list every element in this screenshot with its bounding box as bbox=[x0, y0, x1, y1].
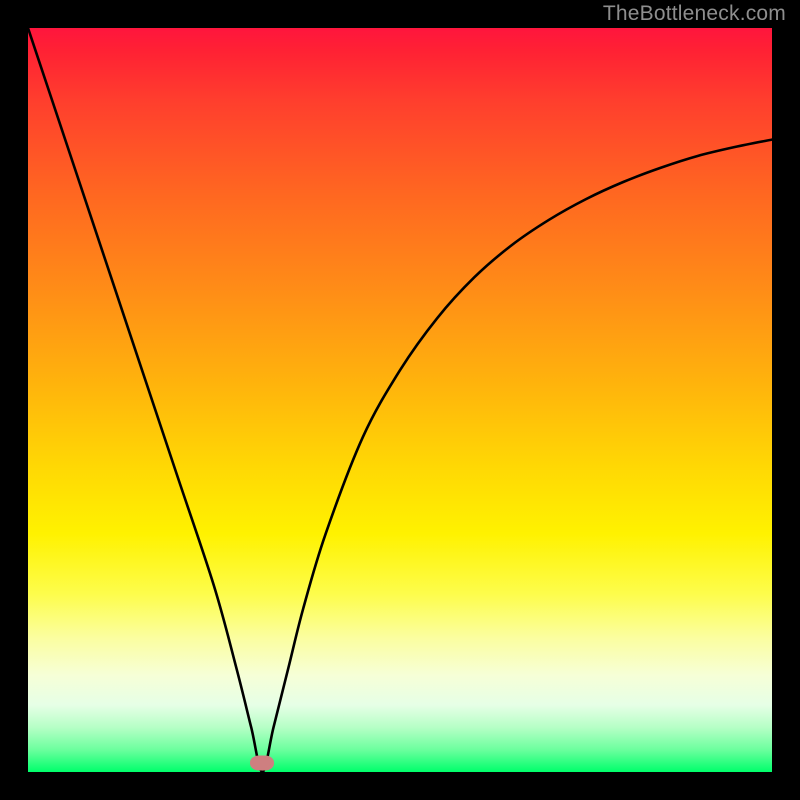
curve-path bbox=[28, 28, 772, 772]
optimal-point-marker bbox=[250, 756, 274, 771]
watermark-label: TheBottleneck.com bbox=[603, 2, 786, 26]
plot-area bbox=[28, 28, 772, 772]
bottleneck-curve bbox=[28, 28, 772, 772]
chart-frame: TheBottleneck.com bbox=[0, 0, 800, 800]
